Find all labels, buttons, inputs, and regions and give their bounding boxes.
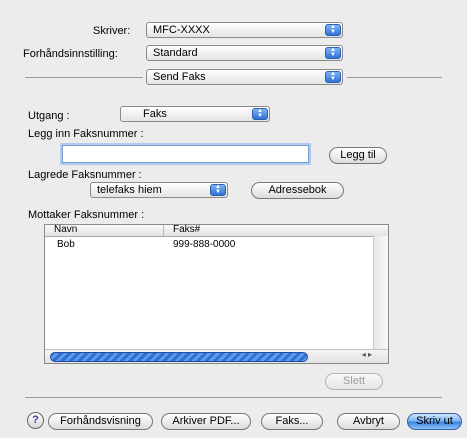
row-fax: 999-888-0000 xyxy=(173,239,236,250)
fax-number-input[interactable] xyxy=(62,145,309,163)
output-popup[interactable]: Faks ▲ ▼ xyxy=(120,106,270,122)
updown-arrows-icon: ▲ ▼ xyxy=(252,108,268,120)
updown-arrows-icon: ▲ ▼ xyxy=(210,184,226,196)
preview-button[interactable]: Forhåndsvisning xyxy=(48,413,153,430)
saved-numbers-popup[interactable]: telefaks hiem ▲ ▼ xyxy=(90,182,228,198)
updown-arrows-icon: ▲ ▼ xyxy=(325,24,341,36)
panel-popup[interactable]: Send Faks ▲ ▼ xyxy=(146,69,343,85)
fax-button[interactable]: Faks... xyxy=(261,413,323,430)
saved-numbers-label: Lagrede Faksnummer : xyxy=(28,169,142,181)
saved-numbers-value: telefaks hiem xyxy=(97,184,162,196)
cancel-button[interactable]: Avbryt xyxy=(337,413,400,430)
vertical-scrollbar[interactable] xyxy=(373,236,388,350)
preset-label: Forhåndsinnstilling: xyxy=(23,48,118,60)
enter-number-label: Legg inn Faksnummer : xyxy=(28,128,144,140)
updown-arrows-icon: ▲ ▼ xyxy=(325,71,341,83)
panel-value: Send Faks xyxy=(153,71,206,83)
column-header-fax[interactable]: Faks# xyxy=(173,224,200,235)
column-divider xyxy=(163,225,164,236)
printer-label: Skriver: xyxy=(93,25,131,37)
horizontal-scrollbar[interactable]: ◂ ▸ xyxy=(45,349,388,363)
table-header: Navn Faks# xyxy=(45,224,388,237)
output-value: Faks xyxy=(143,108,167,120)
save-pdf-button[interactable]: Arkiver PDF... xyxy=(161,413,251,430)
printer-popup[interactable]: MFC-XXXX ▲ ▼ xyxy=(146,22,343,38)
printer-value: MFC-XXXX xyxy=(153,24,210,36)
footer-separator xyxy=(25,397,442,398)
recipients-table[interactable]: Navn Faks# Bob 999-888-0000 ◂ ▸ xyxy=(44,224,389,364)
row-name: Bob xyxy=(57,239,75,250)
print-button[interactable]: Skriv ut xyxy=(407,413,462,430)
addressbook-button[interactable]: Adressebok xyxy=(251,182,344,199)
panel-separator-right xyxy=(347,77,442,78)
help-button[interactable]: ? xyxy=(27,412,44,429)
delete-button[interactable]: Slett xyxy=(325,373,383,390)
scroll-arrows-icon[interactable]: ◂ ▸ xyxy=(362,350,372,359)
column-header-name[interactable]: Navn xyxy=(54,224,77,235)
updown-arrows-icon: ▲ ▼ xyxy=(325,47,341,59)
preset-popup[interactable]: Standard ▲ ▼ xyxy=(146,45,343,61)
preset-value: Standard xyxy=(153,47,198,59)
panel-separator-left xyxy=(25,77,143,78)
recipients-label: Mottaker Faksnummer : xyxy=(28,209,145,221)
scrollbar-thumb[interactable] xyxy=(50,352,308,362)
add-button[interactable]: Legg til xyxy=(329,147,387,164)
table-row[interactable]: Bob 999-888-0000 xyxy=(45,239,375,252)
output-label: Utgang : xyxy=(28,110,70,122)
